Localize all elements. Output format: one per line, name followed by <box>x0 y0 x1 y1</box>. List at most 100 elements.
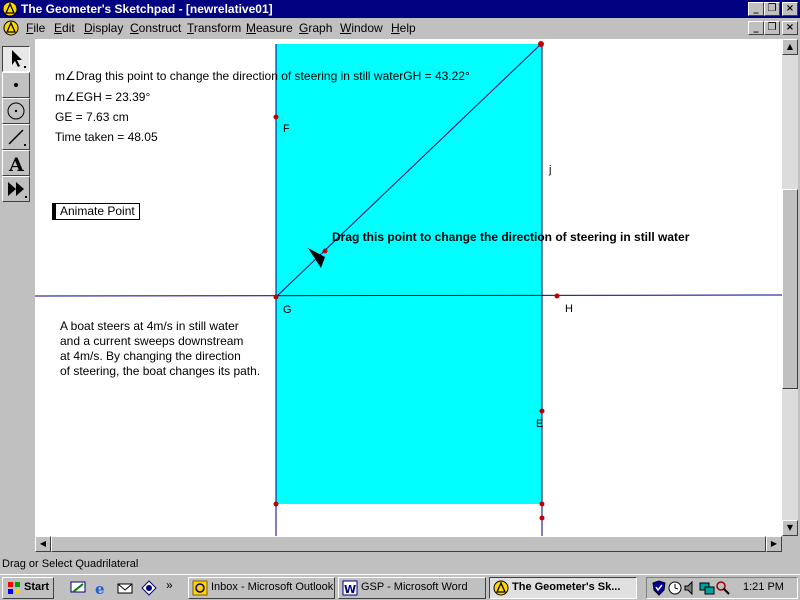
sketch-canvas[interactable]: m∠Drag this point to change the directio… <box>35 39 782 536</box>
word-icon: W <box>342 580 358 596</box>
description-line-3[interactable]: at 4m/s. By changing the direction <box>60 349 241 363</box>
pointer-tool[interactable] <box>2 46 30 72</box>
svg-text:W: W <box>344 583 356 596</box>
scroll-right-button[interactable]: ▶ <box>766 536 782 552</box>
segment-icon <box>8 129 26 146</box>
menu-bar: File Edit Display Construct Transform Me… <box>0 18 800 38</box>
label-e[interactable]: E <box>536 418 543 430</box>
point-tool[interactable] <box>2 72 30 98</box>
label-f[interactable]: F <box>283 123 290 135</box>
doc-close-button[interactable]: × <box>782 21 798 35</box>
start-button[interactable]: Start <box>2 577 54 599</box>
scroll-down-button[interactable]: ▼ <box>782 520 798 536</box>
window-title: The Geometer's Sketchpad - [newrelative0… <box>21 2 273 16</box>
script-tool[interactable] <box>2 176 30 202</box>
point-e[interactable] <box>539 408 545 414</box>
measurement-length-ge[interactable]: GE = 7.63 cm <box>55 110 129 124</box>
measurement-angle-steering[interactable]: m∠Drag this point to change the directio… <box>55 69 470 83</box>
taskbar-outlook-label: Inbox - Microsoft Outlook <box>211 581 334 593</box>
sketchpad-taskbar-icon <box>493 580 509 596</box>
description-line-1[interactable]: A boat steers at 4m/s in still water <box>60 319 239 333</box>
network-icon[interactable] <box>699 580 715 596</box>
point-bottom-left[interactable] <box>273 501 279 507</box>
measurement-angle-egh[interactable]: m∠EGH = 23.39° <box>55 90 150 104</box>
svg-text:e: e <box>95 580 105 596</box>
river-quadrilateral[interactable] <box>276 44 542 504</box>
system-tray: 1:21 PM <box>646 577 798 599</box>
label-h[interactable]: H <box>565 303 573 315</box>
point-g[interactable] <box>273 294 279 300</box>
clock[interactable]: 1:21 PM <box>743 581 784 593</box>
description-line-4[interactable]: of steering, the boat changes its path. <box>60 364 260 378</box>
sketchpad-app-icon <box>2 1 18 17</box>
outlook-icon <box>192 580 208 596</box>
taskbar-word-label: GSP - Microsoft Word <box>361 581 468 593</box>
horizontal-scroll-thumb[interactable] <box>51 536 766 552</box>
menu-transform[interactable]: Transform <box>187 21 241 35</box>
restore-button[interactable]: ❐ <box>764 2 780 16</box>
point-bottom-extra[interactable] <box>539 515 545 521</box>
status-bar: Drag or Select Quadrilateral <box>0 556 800 573</box>
quicklaunch-more-icon[interactable]: » <box>166 578 173 592</box>
windows-logo-icon <box>8 582 20 594</box>
animate-point-button[interactable]: Animate Point <box>52 203 140 220</box>
drag-steering-point[interactable] <box>322 248 328 254</box>
label-j[interactable]: j <box>549 164 551 176</box>
arrow-icon <box>12 50 26 68</box>
menu-edit[interactable]: Edit <box>54 21 75 35</box>
menu-measure[interactable]: Measure <box>246 21 293 35</box>
taskbar: Start e » Inbox - Microsoft Outlook W GS… <box>0 574 800 600</box>
taskbar-sketchpad-label: The Geometer's Sk... <box>512 581 621 593</box>
scroll-corner <box>782 536 798 552</box>
menu-file[interactable]: File <box>26 21 45 35</box>
text-tool[interactable]: A <box>2 150 30 176</box>
label-g[interactable]: G <box>283 304 292 316</box>
point-icon <box>14 83 18 87</box>
description-line-2[interactable]: and a current sweeps downstream <box>60 334 243 348</box>
toolbox: A <box>2 44 30 210</box>
horizontal-scrollbar[interactable]: ◀ ▶ <box>35 536 782 552</box>
point-h[interactable] <box>554 293 560 299</box>
taskbar-word-button[interactable]: W GSP - Microsoft Word <box>338 577 486 599</box>
text-a-icon: A <box>8 154 24 176</box>
point-f[interactable] <box>273 114 279 120</box>
menu-construct[interactable]: Construct <box>130 21 181 35</box>
volume-icon[interactable] <box>683 580 699 596</box>
channels-icon[interactable] <box>141 580 157 596</box>
search-icon[interactable] <box>715 580 731 596</box>
point-bottom-right[interactable] <box>539 501 545 507</box>
horizontal-line-gh[interactable] <box>35 294 782 297</box>
menu-help[interactable]: Help <box>391 21 416 35</box>
menu-window[interactable]: Window <box>340 21 383 35</box>
start-label: Start <box>24 581 50 593</box>
compass-tool[interactable] <box>2 98 30 124</box>
taskbar-outlook-button[interactable]: Inbox - Microsoft Outlook <box>188 577 335 599</box>
point-top-right[interactable] <box>538 41 544 47</box>
internet-explorer-icon[interactable]: e <box>94 580 110 596</box>
straightedge-tool[interactable] <box>2 124 30 150</box>
document-icon[interactable] <box>3 20 19 36</box>
status-text: Drag or Select Quadrilateral <box>2 558 139 570</box>
circle-icon <box>7 102 25 120</box>
doc-minimize-button[interactable]: _ <box>748 21 764 35</box>
menu-display[interactable]: Display <box>84 21 123 35</box>
menu-graph[interactable]: Graph <box>299 21 332 35</box>
drag-caption[interactable]: Drag this point to change the direction … <box>332 230 689 244</box>
quicklaunch-desktop-icon[interactable] <box>70 580 86 596</box>
fast-forward-icon <box>8 182 27 198</box>
sketch-drawing <box>35 41 782 536</box>
scheduler-icon[interactable] <box>667 580 683 596</box>
vertical-scroll-thumb[interactable] <box>782 189 798 389</box>
close-button[interactable]: × <box>782 2 798 16</box>
measurement-time-taken[interactable]: Time taken = 48.05 <box>55 130 158 144</box>
doc-restore-button[interactable]: ❐ <box>764 21 780 35</box>
taskbar-sketchpad-button[interactable]: The Geometer's Sk... <box>489 577 637 599</box>
outlook-express-icon[interactable] <box>117 580 133 596</box>
title-bar: The Geometer's Sketchpad - [newrelative0… <box>0 0 800 18</box>
minimize-button[interactable]: _ <box>748 2 764 16</box>
scroll-left-button[interactable]: ◀ <box>35 536 51 552</box>
svg-text:A: A <box>8 154 24 175</box>
vertical-scrollbar[interactable]: ▲ ▼ <box>782 39 798 536</box>
scroll-up-button[interactable]: ▲ <box>782 39 798 55</box>
antivirus-shield-icon[interactable] <box>651 580 667 596</box>
